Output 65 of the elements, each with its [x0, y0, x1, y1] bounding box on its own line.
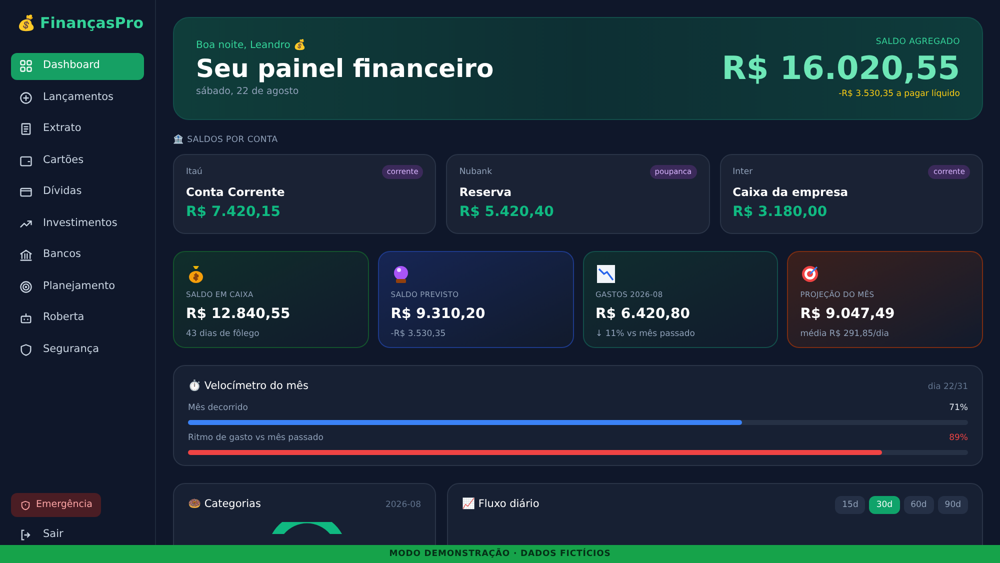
demo-banner: MODO DEMONSTRAÇÃO · DADOS FICTÍCIOS	[0, 545, 1000, 563]
stat-value: R$ 12.840,55	[186, 304, 292, 324]
range-tab[interactable]: 90d	[938, 496, 968, 514]
stat-note: -R$ 3.530,35	[390, 328, 447, 340]
range-tab[interactable]: 15d	[835, 496, 866, 514]
plus-circle-icon	[19, 90, 33, 104]
bar-reading: 71%	[949, 402, 968, 415]
nav-item[interactable]: Cartões	[11, 147, 144, 174]
nav-item[interactable]: Planejamento	[11, 273, 144, 300]
section-title: 🏦 SALDOS POR CONTA	[173, 134, 279, 146]
stat-note: ↓ 11% vs mês passado	[596, 328, 696, 340]
bank-name: Nubank	[459, 166, 492, 178]
receipt-icon	[19, 122, 33, 136]
account-balance: R$ 5.420,40	[459, 202, 555, 222]
range-tab[interactable]: 60d	[904, 496, 934, 514]
day-counter: dia 22/31	[928, 380, 968, 394]
account-name: Conta Corrente	[186, 184, 286, 201]
robot-icon	[19, 311, 33, 325]
page-title: Seu painel financeiro	[196, 52, 494, 85]
brand-name: FinançasPro	[40, 13, 144, 34]
shield-icon	[20, 500, 31, 511]
nav-item[interactable]: Roberta	[11, 304, 144, 332]
logout-button[interactable]: Sair	[11, 527, 144, 543]
bank-icon	[19, 248, 33, 262]
target-icon	[800, 264, 820, 284]
greeting: Boa noite, Leandro 💰	[196, 38, 306, 53]
stat-note: 43 dias de fôlego	[186, 328, 260, 340]
account-name: Reserva	[459, 184, 513, 201]
grid-icon	[19, 59, 33, 73]
account-balance: R$ 3.180,00	[732, 202, 828, 222]
stat-value: R$ 9.310,20	[390, 304, 486, 324]
bank-name: Itaú	[186, 166, 202, 178]
period-text: 2026-08	[385, 498, 421, 512]
bar-reading: 89%	[949, 432, 968, 445]
nav-item[interactable]: Investimentos	[11, 210, 144, 237]
card-title: 🍩 Categorias	[188, 497, 261, 512]
credit-card-icon	[19, 185, 33, 199]
stat-note: média R$ 291,85/dia	[800, 328, 890, 340]
logout-icon	[19, 528, 33, 542]
brand-icon: 💰	[17, 12, 36, 34]
nav-item[interactable]: Extrato	[11, 116, 144, 142]
nav-item[interactable]: Lançamentos	[11, 84, 144, 111]
account-balance: R$ 7.420,15	[186, 202, 282, 222]
bank-name: Inter	[732, 166, 753, 178]
card-title: ⏱ Velocímetro do mês	[188, 379, 308, 394]
account-name: Caixa da empresa	[732, 184, 850, 201]
target-icon	[19, 280, 33, 294]
wallet-icon	[19, 154, 33, 168]
bar-label: Mês decorrido	[188, 402, 248, 415]
money-bag-icon	[186, 264, 206, 284]
stat-value: R$ 9.047,49	[800, 304, 896, 324]
nav-item[interactable]: Segurança	[11, 336, 144, 363]
nav-item[interactable]: Dívidas	[11, 178, 144, 206]
shield-icon	[19, 342, 33, 356]
card-title: 📈 Fluxo diário	[462, 497, 540, 512]
total-label: SALDO AGREGADO	[876, 36, 960, 48]
chart-down-icon	[596, 264, 616, 284]
bar-label: Ritmo de gasto vs mês passado	[188, 432, 324, 445]
date-text: sábado, 22 de agosto	[196, 84, 300, 99]
donut-chart-drawing	[272, 522, 342, 534]
stat-value: R$ 6.420,80	[596, 304, 691, 324]
total-balance: R$ 16.020,55	[722, 48, 960, 88]
pending-amount: -R$ 3.530,35 a pagar líquido	[838, 88, 960, 102]
emergency-button[interactable]: Emergência	[11, 493, 102, 518]
nav-item[interactable]: Bancos	[11, 242, 144, 268]
